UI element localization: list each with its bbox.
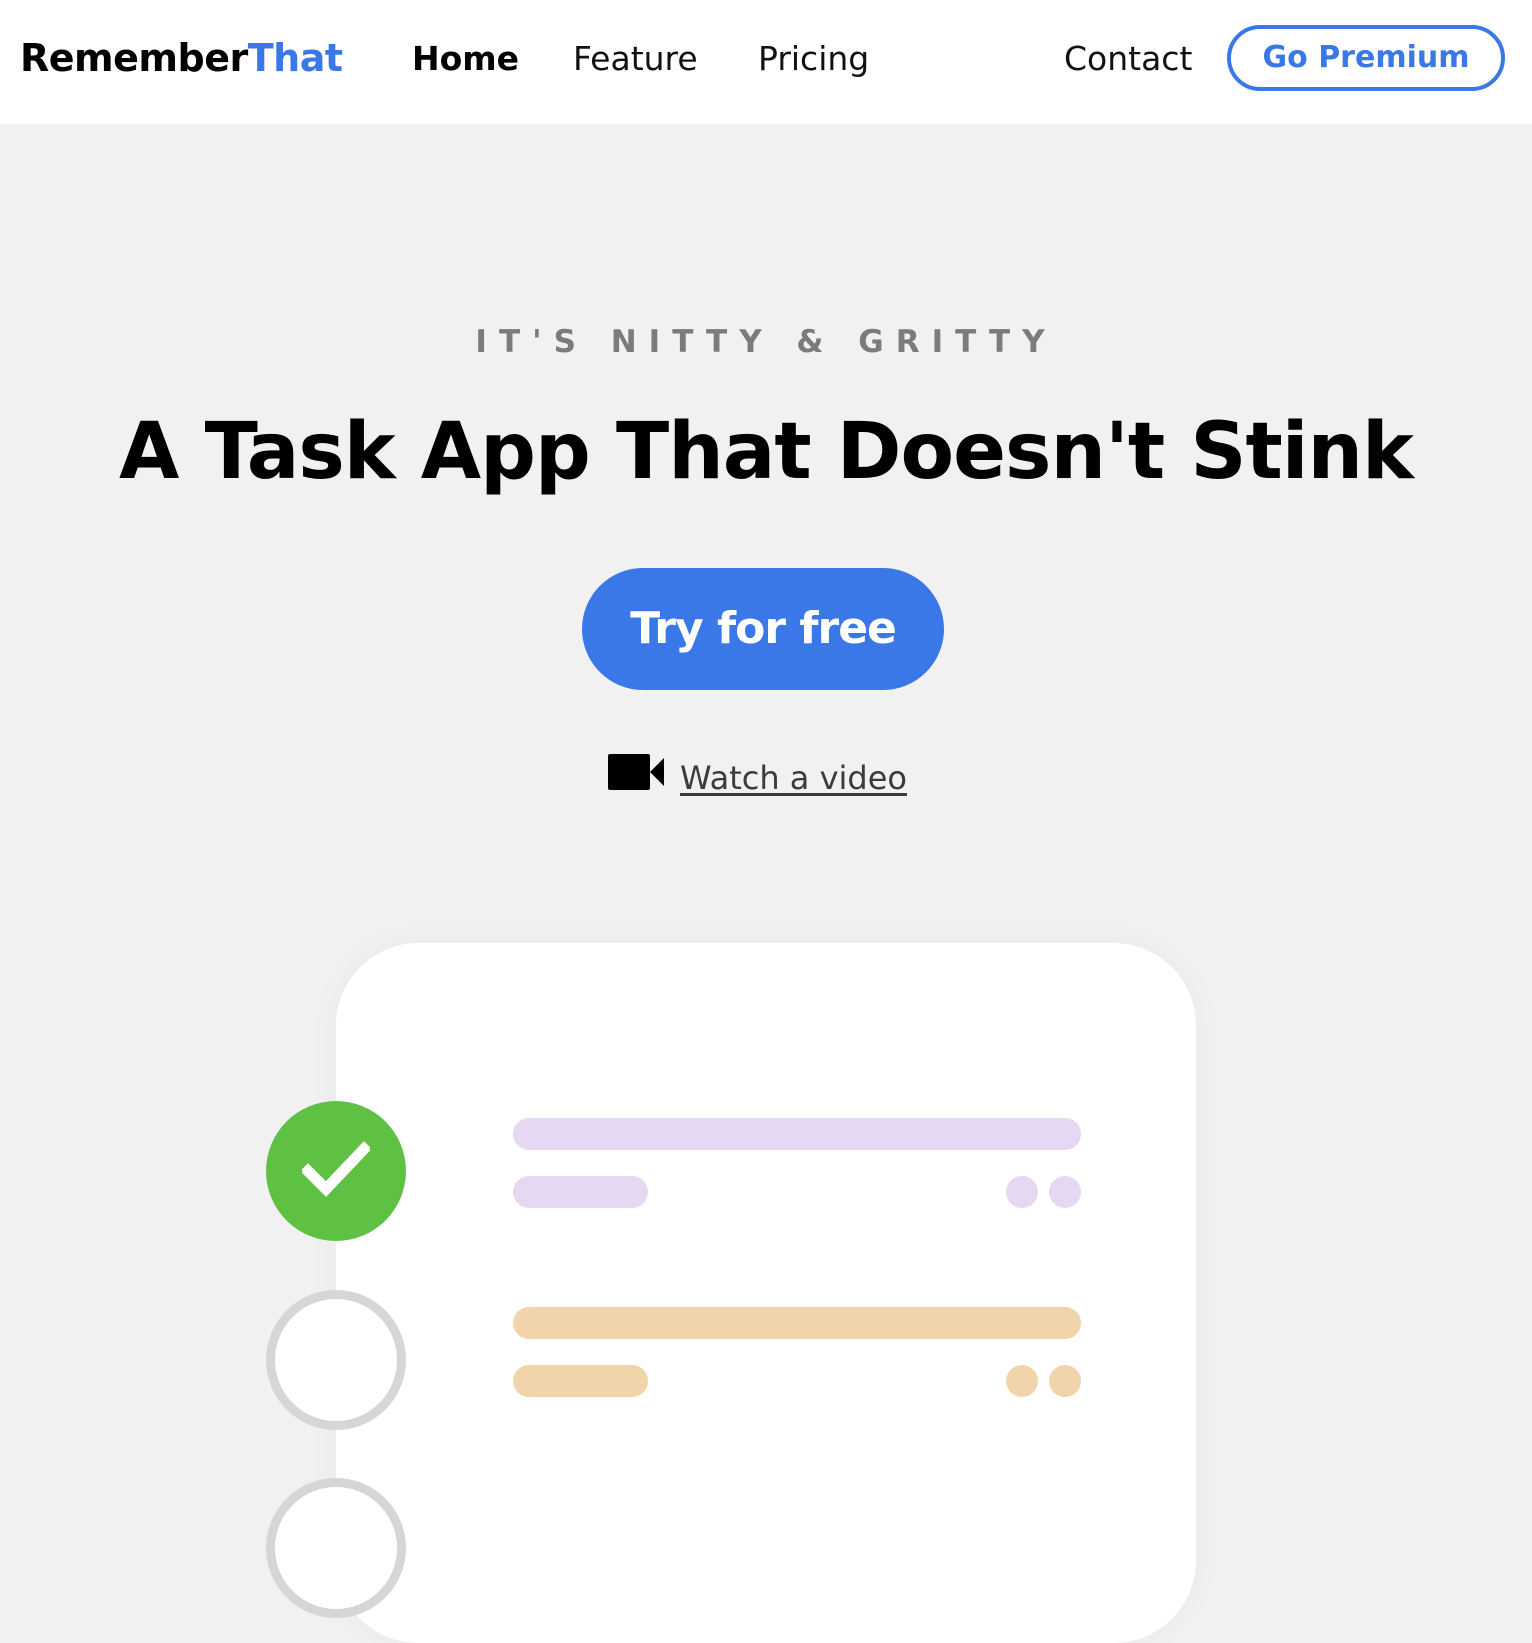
hero-eyebrow: IT'S NITTY & GRITTY — [475, 324, 1057, 360]
task-todo-checkbox[interactable] — [266, 1290, 406, 1430]
logo[interactable]: RememberThat — [20, 34, 343, 82]
task-done-checkbox[interactable] — [266, 1101, 406, 1241]
nav-contact[interactable]: Contact — [1064, 38, 1192, 80]
task-title-bar — [513, 1307, 1081, 1339]
task-meta-dot — [1006, 1365, 1038, 1397]
try-for-free-button[interactable]: Try for free — [582, 568, 944, 690]
nav-feature[interactable]: Feature — [573, 38, 698, 80]
checkmark-icon — [302, 1141, 370, 1197]
task-title-bar — [513, 1118, 1081, 1150]
task-todo-checkbox — [266, 1478, 406, 1618]
go-premium-button[interactable]: Go Premium — [1227, 25, 1505, 91]
task-subtitle-bar — [513, 1365, 648, 1397]
task-card — [336, 943, 1196, 1643]
task-subtitle-bar — [513, 1176, 648, 1208]
logo-text-remember: Remember — [20, 36, 248, 80]
nav-home[interactable]: Home — [412, 38, 519, 80]
task-meta-dot — [1049, 1365, 1081, 1397]
logo-text-that: That — [247, 36, 343, 80]
site-header: RememberThat Home Feature Pricing Contac… — [0, 0, 1532, 124]
task-meta-dot — [1006, 1176, 1038, 1208]
video-camera-icon[interactable] — [608, 752, 664, 792]
hero-headline: A Task App That Doesn't Stink — [119, 407, 1414, 497]
task-meta-dot — [1049, 1176, 1081, 1208]
watch-video-link[interactable]: Watch a video — [680, 758, 907, 798]
nav-pricing[interactable]: Pricing — [758, 38, 869, 80]
